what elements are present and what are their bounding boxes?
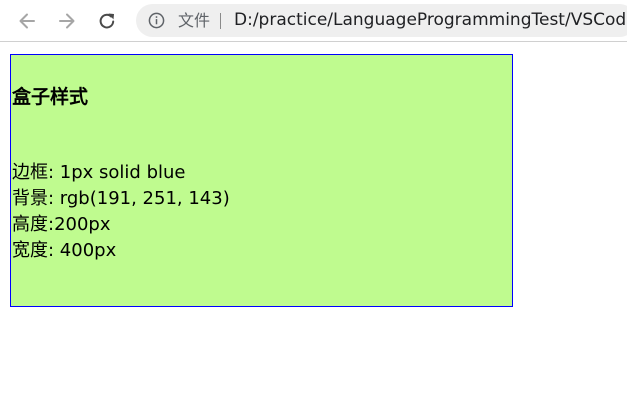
info-icon[interactable] — [148, 12, 165, 29]
reload-icon — [99, 13, 115, 29]
back-button[interactable] — [13, 7, 41, 35]
url-text[interactable]: D:/practice/LanguageProgrammingTest/VSCo… — [234, 11, 627, 30]
height-line: 高度:200px — [12, 214, 111, 235]
forward-button[interactable] — [53, 7, 81, 35]
style-description: 边框: 1px solid blue 背景: rgb(191, 251, 143… — [12, 160, 230, 264]
background-line: 背景: rgb(191, 251, 143) — [12, 188, 230, 209]
forward-arrow-icon — [59, 13, 75, 29]
styled-box: 盒子样式 边框: 1px solid blue 背景: rgb(191, 251… — [10, 54, 513, 307]
page-heading: 盒子样式 — [12, 86, 89, 108]
width-line: 宽度: 400px — [12, 240, 117, 261]
border-line: 边框: 1px solid blue — [12, 162, 186, 183]
address-bar[interactable]: 文件 D:/practice/LanguageProgrammingTest/V… — [136, 4, 627, 37]
browser-toolbar: 文件 D:/practice/LanguageProgrammingTest/V… — [0, 0, 627, 42]
address-separator — [220, 13, 221, 29]
back-arrow-icon — [19, 13, 35, 29]
reload-button[interactable] — [93, 7, 121, 35]
scheme-label: 文件 — [178, 11, 211, 30]
